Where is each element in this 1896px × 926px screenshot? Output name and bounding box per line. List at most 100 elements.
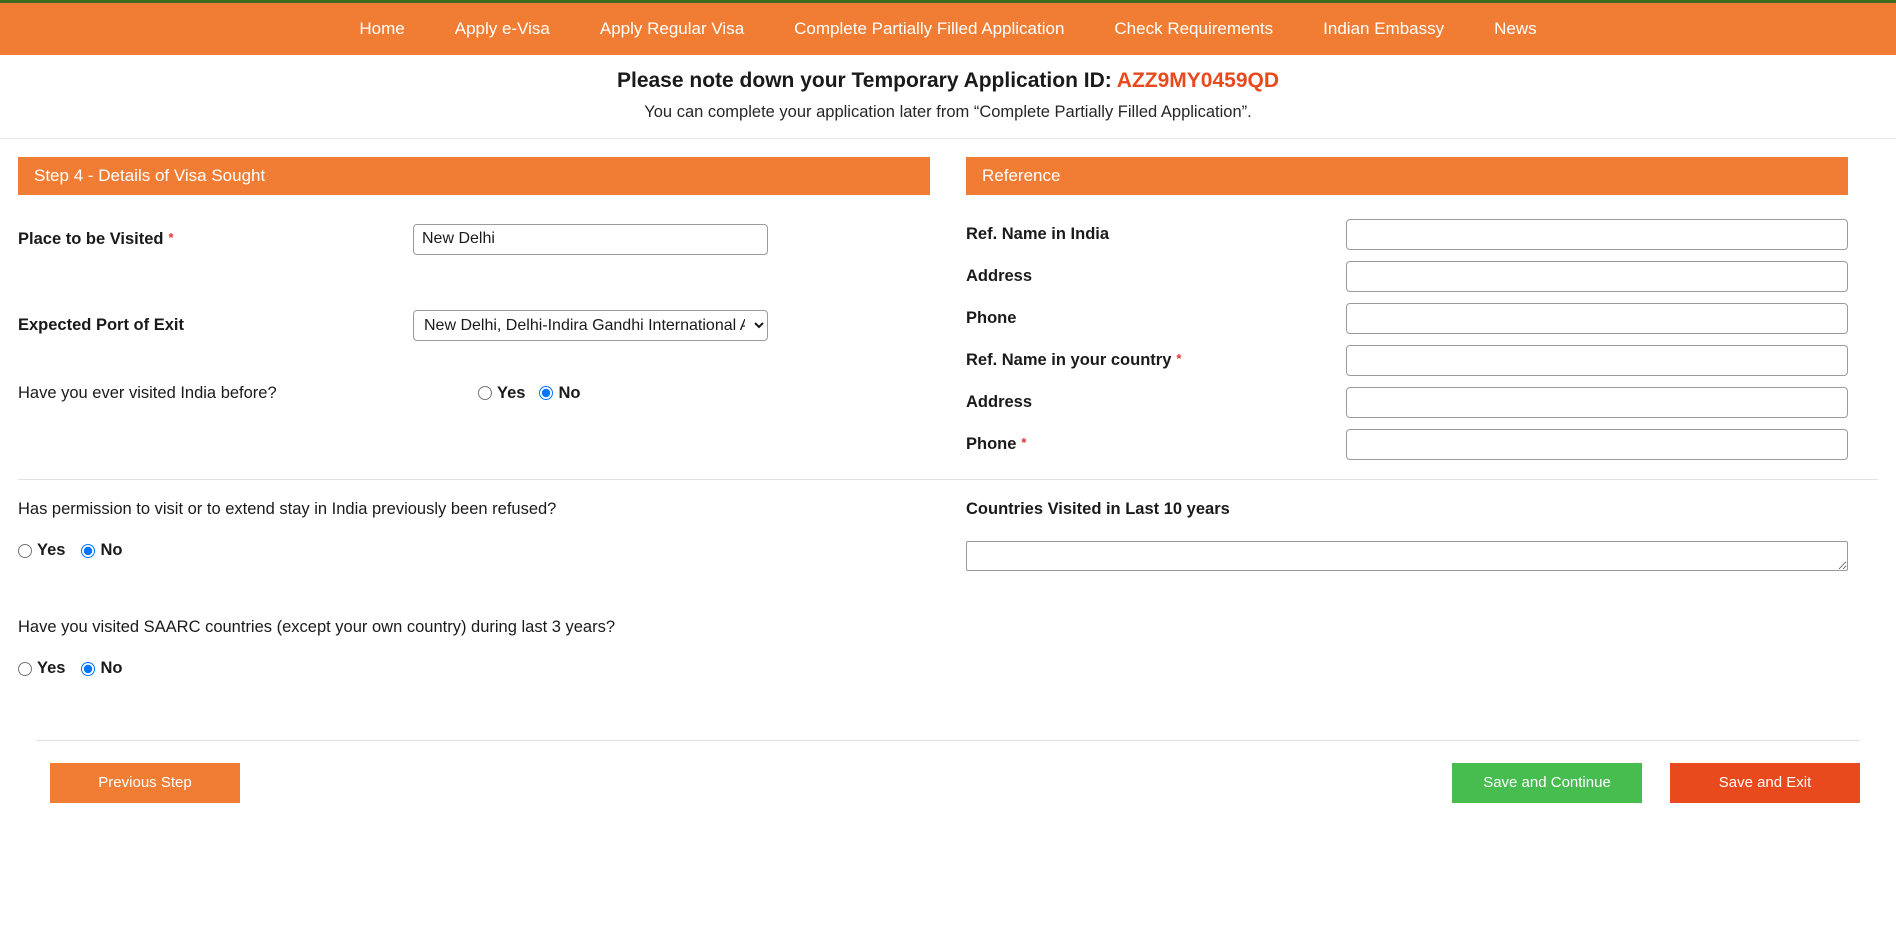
control-ref-name-in-your-country — [1346, 345, 1848, 376]
radio-label-visited-india-no: No — [558, 383, 581, 402]
control-ref-country-phone — [1346, 429, 1848, 460]
notice-subtitle: You can complete your application later … — [644, 103, 1252, 121]
label-ref-country-address-text: Address — [966, 393, 1033, 411]
ref-country-address-input[interactable] — [1346, 387, 1848, 418]
nav-item-apply-regular-visa[interactable]: Apply Regular Visa — [575, 3, 769, 55]
field-row-place-to-be-visited: Place to be Visited * — [18, 215, 930, 263]
field-row-ref-india-address: Address — [966, 257, 1848, 296]
footer-actions: Previous Step Save and Continue Save and… — [0, 741, 1896, 803]
field-row-ref-country-address: Address — [966, 383, 1848, 422]
nav-item-indian-embassy[interactable]: Indian Embassy — [1298, 3, 1469, 55]
question-permission-refused: Has permission to visit or to extend sta… — [18, 500, 557, 518]
control-place-to-be-visited — [413, 223, 768, 255]
label-ref-country-phone-text: Phone — [966, 435, 1017, 453]
ref-india-address-input[interactable] — [1346, 261, 1848, 292]
ref-name-in-your-country-input[interactable] — [1346, 345, 1848, 376]
label-ref-country-address: Address — [966, 393, 1346, 412]
previous-step-button[interactable]: Previous Step — [50, 763, 240, 803]
lower-section: Has permission to visit or to extend sta… — [0, 480, 1896, 678]
place-to-be-visited-input[interactable] — [413, 223, 768, 255]
nav-item-complete-partially-filled-application[interactable]: Complete Partially Filled Application — [769, 3, 1089, 55]
label-ref-india-address: Address — [966, 267, 1346, 286]
temporary-application-id: AZZ9MY0459QD — [1116, 69, 1279, 92]
required-marker-ref-india-phone — [1016, 309, 1021, 324]
label-visited-india-before: Have you ever visited India before? — [18, 383, 277, 402]
required-marker-place-to-be-visited: * — [168, 229, 174, 245]
reference-panel: Reference Ref. Name in India Address Pho… — [948, 139, 1896, 467]
radio-input-saarc-visited-yes[interactable] — [18, 661, 32, 676]
label-ref-india-phone-text: Phone — [966, 309, 1017, 327]
label-ref-country-phone: Phone * — [966, 435, 1346, 454]
radio-label-visited-india-yes: Yes — [497, 383, 526, 402]
label-ref-name-in-your-country: Ref. Name in your country * — [966, 351, 1346, 370]
main-navigation: Home Apply e-Visa Apply Regular Visa Com… — [0, 3, 1896, 55]
reference-panel-header: Reference — [966, 157, 1848, 195]
radio-saarc-visited-no[interactable]: No — [81, 659, 122, 678]
radio-label-permission-refused-no: No — [100, 541, 123, 559]
radio-label-permission-refused-yes: Yes — [37, 541, 66, 559]
label-countries-visited: Countries Visited in Last 10 years — [966, 500, 1230, 518]
field-row-expected-port-of-exit: Expected Port of Exit New Delhi, Delhi-I… — [18, 301, 930, 349]
radio-input-visited-india-yes[interactable] — [478, 386, 492, 400]
radio-group-permission-refused: Yes No — [18, 541, 930, 560]
lower-right-column: Countries Visited in Last 10 years — [948, 500, 1896, 678]
reference-panel-body: Ref. Name in India Address Phone Ref. Na… — [966, 195, 1848, 464]
label-ref-india-address-text: Address — [966, 267, 1033, 285]
required-marker-ref-country-address — [1032, 393, 1037, 408]
radio-input-permission-refused-no[interactable] — [81, 543, 96, 558]
radio-label-saarc-visited-no: No — [100, 659, 123, 677]
nav-item-news[interactable]: News — [1469, 3, 1562, 55]
question-saarc-visited: Have you visited SAARC countries (except… — [18, 618, 616, 636]
required-marker-ref-india-address — [1032, 267, 1037, 282]
nav-item-check-requirements[interactable]: Check Requirements — [1089, 3, 1298, 55]
nav-item-home[interactable]: Home — [334, 3, 429, 55]
label-place-to-be-visited: Place to be Visited * — [18, 230, 413, 249]
radio-saarc-visited-yes[interactable]: Yes — [18, 659, 65, 678]
control-ref-india-address — [1346, 261, 1848, 292]
radio-input-permission-refused-yes[interactable] — [18, 543, 32, 558]
radio-input-visited-india-no[interactable] — [539, 386, 554, 400]
label-ref-name-in-india: Ref. Name in India — [966, 225, 1346, 244]
required-marker-ref-name-in-india — [1109, 225, 1114, 240]
control-expected-port-of-exit: New Delhi, Delhi-Indira Gandhi Internati… — [413, 309, 768, 341]
notice-title: Please note down your Temporary Applicat… — [0, 69, 1896, 93]
control-visited-india-before: Yes No — [413, 384, 768, 403]
radio-group-saarc-visited: Yes No — [18, 659, 930, 678]
control-ref-name-in-india — [1346, 219, 1848, 250]
ref-country-phone-input[interactable] — [1346, 429, 1848, 460]
field-row-visited-india-before: Have you ever visited India before? Yes … — [18, 369, 930, 417]
temporary-application-id-notice: Please note down your Temporary Applicat… — [0, 55, 1896, 139]
radio-visited-india-before-no[interactable]: No — [539, 384, 580, 403]
required-marker-ref-country-phone: * — [1021, 435, 1027, 450]
lower-left-column: Has permission to visit or to extend sta… — [0, 500, 948, 678]
radio-permission-refused-yes[interactable]: Yes — [18, 541, 65, 560]
field-row-ref-name-in-india: Ref. Name in India — [966, 215, 1848, 254]
radio-label-saarc-visited-yes: Yes — [37, 659, 66, 677]
visa-details-panel-body: Place to be Visited* Expected Port of Ex… — [18, 195, 930, 417]
label-expected-port-of-exit: Expected Port of Exit — [18, 315, 184, 334]
control-ref-india-phone — [1346, 303, 1848, 334]
radio-permission-refused-no[interactable]: No — [81, 541, 122, 560]
radio-visited-india-before-yes[interactable]: Yes — [478, 384, 525, 403]
radio-input-saarc-visited-no[interactable] — [81, 661, 96, 676]
visa-details-panel-header: Step 4 - Details of Visa Sought — [18, 157, 930, 195]
visa-details-panel: Step 4 - Details of Visa Sought Place to… — [0, 139, 948, 467]
countries-visited-textarea[interactable] — [966, 541, 1848, 571]
label-place-to-be-visited-text: Place to be Visited — [18, 229, 164, 248]
save-and-continue-button[interactable]: Save and Continue — [1452, 763, 1642, 803]
form-content: Step 4 - Details of Visa Sought Place to… — [0, 139, 1896, 467]
field-row-ref-name-in-your-country: Ref. Name in your country * — [966, 341, 1848, 380]
field-row-ref-india-phone: Phone — [966, 299, 1848, 338]
required-marker-ref-name-in-your-country: * — [1176, 351, 1182, 366]
radio-group-visited-india-before: Yes No — [478, 384, 768, 403]
notice-title-prefix: Please note down your Temporary Applicat… — [616, 69, 1117, 92]
label-ref-name-in-india-text: Ref. Name in India — [966, 225, 1110, 243]
save-and-exit-button[interactable]: Save and Exit — [1670, 763, 1860, 803]
expected-port-of-exit-select[interactable]: New Delhi, Delhi-Indira Gandhi Internati… — [413, 309, 768, 341]
label-ref-name-in-your-country-text: Ref. Name in your country — [966, 351, 1172, 369]
ref-name-in-india-input[interactable] — [1346, 219, 1848, 250]
ref-india-phone-input[interactable] — [1346, 303, 1848, 334]
field-row-ref-country-phone: Phone * — [966, 425, 1848, 464]
control-ref-country-address — [1346, 387, 1848, 418]
nav-item-apply-e-visa[interactable]: Apply e-Visa — [430, 3, 575, 55]
